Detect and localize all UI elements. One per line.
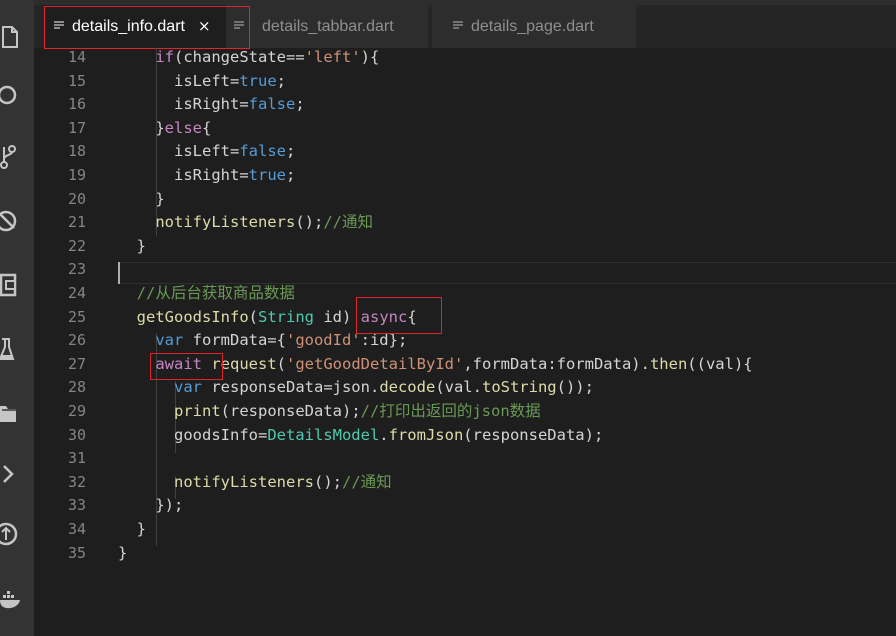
code-text: isLeft=false; <box>118 142 296 161</box>
code-line[interactable]: 25 getGoodsInfo(String id) async{ <box>34 306 896 330</box>
line-number: 16 <box>67 95 86 114</box>
docker-icon[interactable] <box>0 586 22 612</box>
line-number: 25 <box>67 307 86 326</box>
line-number: 29 <box>67 402 86 420</box>
line-number: 27 <box>67 354 86 373</box>
code-line[interactable]: 23 <box>34 258 896 282</box>
tab-label: details_page.dart <box>471 18 594 35</box>
line-number: 21 <box>67 213 86 232</box>
code-line[interactable]: 32 notifyListeners();//通知 <box>34 471 896 495</box>
tab-details-tabbar[interactable]: details_tabbar.dart <box>226 5 428 48</box>
code-text: } <box>118 520 146 538</box>
code-text: notifyListeners();//通知 <box>174 472 392 491</box>
code-line[interactable]: 27 await request('getGoodDetailById',for… <box>34 353 896 377</box>
code-line[interactable]: 22 } <box>34 235 896 259</box>
line-number: 28 <box>67 378 86 397</box>
line-number: 34 <box>67 520 86 538</box>
code-text: }); <box>118 496 184 515</box>
debug-icon[interactable] <box>0 208 22 234</box>
code-text: getGoodsInfo(String id) async{ <box>136 307 417 326</box>
code-text: print(responseData);//打印出返回的json数据 <box>174 402 541 420</box>
line-number: 30 <box>67 425 86 444</box>
code-editor[interactable]: 14 if(changeState=='left'){15 isLeft=tru… <box>34 48 896 636</box>
line-number: 31 <box>67 449 86 468</box>
code-text: } <box>118 189 165 208</box>
code-line[interactable]: 16 isRight=false; <box>34 93 896 117</box>
tab-label: details_tabbar.dart <box>262 18 394 35</box>
line-number: 23 <box>67 260 86 279</box>
code-text: goodsInfo=DetailsModel.fromJson(response… <box>118 425 604 444</box>
tab-label: details_info.dart <box>72 18 185 35</box>
explorer-icon[interactable] <box>0 24 22 50</box>
code-text: } <box>118 543 128 562</box>
close-icon[interactable]: × <box>198 5 211 48</box>
file-lines-icon <box>453 21 463 29</box>
line-number: 14 <box>67 48 86 66</box>
code-text: var responseData=json.decode(val.toStrin… <box>174 378 594 397</box>
line-number: 22 <box>67 236 86 255</box>
line-number: 17 <box>67 118 86 137</box>
activity-bar <box>0 0 34 636</box>
code-line[interactable]: 30 goodsInfo=DetailsModel.fromJson(respo… <box>34 424 896 448</box>
extensions-icon[interactable] <box>0 272 22 298</box>
code-line[interactable]: 34 } <box>34 518 896 542</box>
code-text: }else{ <box>118 118 212 137</box>
code-line[interactable]: 29 print(responseData);//打印出返回的json数据 <box>34 400 896 424</box>
code-line[interactable]: 14 if(changeState=='left'){ <box>34 46 896 70</box>
file-lines-icon <box>234 21 244 29</box>
code-line[interactable]: 15 isLeft=true; <box>34 70 896 94</box>
code-text: var formData={'goodId':id}; <box>155 331 408 350</box>
line-number: 33 <box>67 496 86 515</box>
code-line[interactable]: 19 isRight=true; <box>34 164 896 188</box>
source-control-icon[interactable] <box>0 143 22 169</box>
file-lines-icon <box>54 21 64 29</box>
line-number: 19 <box>67 166 86 184</box>
code-text: notifyListeners();//通知 <box>155 213 373 232</box>
code-text: isLeft=true; <box>118 71 286 90</box>
code-line[interactable]: 24 //从后台获取商品数据 <box>34 282 896 306</box>
code-text: //从后台获取商品数据 <box>136 284 295 302</box>
line-number: 18 <box>67 142 86 161</box>
code-line[interactable]: 28 var responseData=json.decode(val.toSt… <box>34 376 896 400</box>
test-flask-icon[interactable] <box>0 336 22 362</box>
line-number: 20 <box>67 189 86 208</box>
code-line[interactable]: 18 isLeft=false; <box>34 140 896 164</box>
code-line[interactable]: 26 var formData={'goodId':id}; <box>34 329 896 353</box>
line-number: 32 <box>67 472 86 491</box>
code-line[interactable]: 31 <box>34 447 896 471</box>
code-text: isRight=true; <box>118 166 296 184</box>
tab-details-page[interactable]: details_page.dart <box>432 5 636 48</box>
search-icon[interactable] <box>0 82 22 108</box>
code-text: if(changeState=='left'){ <box>155 48 380 66</box>
line-number: 35 <box>67 543 86 562</box>
git-remote-icon[interactable] <box>0 521 22 547</box>
folder-icon[interactable] <box>0 400 22 426</box>
chevron-right-icon[interactable] <box>0 461 22 487</box>
code-line[interactable]: 21 notifyListeners();//通知 <box>34 211 896 235</box>
line-number: 15 <box>67 71 86 90</box>
code-line[interactable]: 20 } <box>34 188 896 212</box>
line-number: 26 <box>67 331 86 350</box>
code-text: } <box>118 236 146 255</box>
code-line[interactable]: 33 }); <box>34 494 896 518</box>
code-line[interactable]: 17 }else{ <box>34 117 896 141</box>
code-text: isRight=false; <box>118 95 305 114</box>
tab-details-info[interactable]: details_info.dart × <box>44 5 250 48</box>
line-number: 24 <box>67 284 86 302</box>
code-text: await request('getGoodDetailById',formDa… <box>155 354 753 373</box>
code-line[interactable]: 35} <box>34 542 896 566</box>
